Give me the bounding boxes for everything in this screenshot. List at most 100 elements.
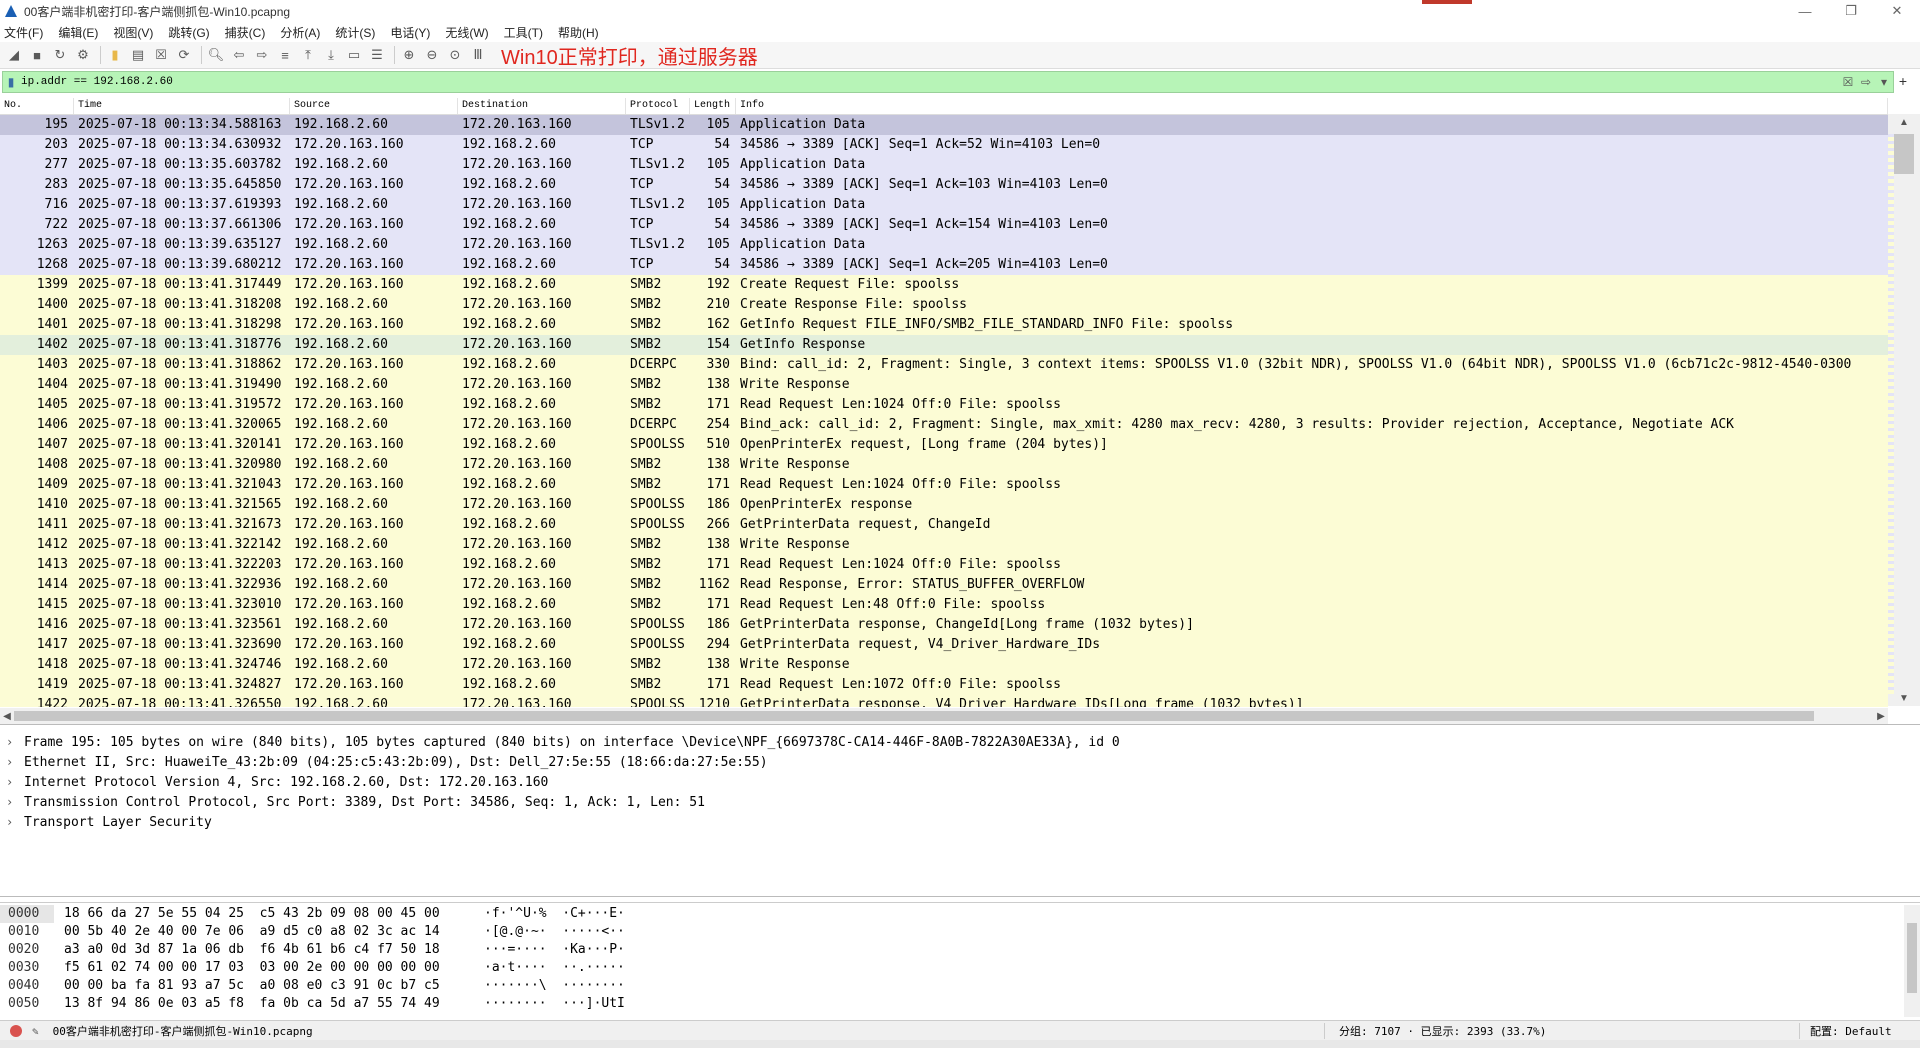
recent-filters-dropdown-icon[interactable]: ▾ xyxy=(1875,74,1893,90)
bookmark-icon[interactable]: ▮ xyxy=(3,74,19,90)
packet-row[interactable]: 1409 2025-07-18 00:13:41.321043 172.20.163… xyxy=(0,475,1888,495)
reload-file-icon[interactable]: ⟳ xyxy=(174,45,194,65)
packet-row[interactable]: 195 2025-07-18 00:13:34.588163 192.168.2.6… xyxy=(0,115,1888,135)
zoom-out-icon[interactable]: ⊖ xyxy=(422,45,442,65)
packet-minimap[interactable] xyxy=(1888,134,1894,694)
column-header-destination[interactable]: Destination xyxy=(458,98,626,114)
packet-row[interactable]: 1407 2025-07-18 00:13:41.320141 172.20.163… xyxy=(0,435,1888,455)
stop-capture-icon[interactable]: ■ xyxy=(27,45,47,65)
status-profile[interactable]: 配置: Default xyxy=(1799,1023,1920,1039)
packet-row[interactable]: 1408 2025-07-18 00:13:41.320980 192.168.2.… xyxy=(0,455,1888,475)
column-header-no[interactable]: No. xyxy=(0,98,74,114)
packet-row[interactable]: 1416 2025-07-18 00:13:41.323561 192.168.2.… xyxy=(0,615,1888,635)
menu-go[interactable]: 跳转(G) xyxy=(168,24,209,41)
open-file-icon[interactable]: ▮ xyxy=(105,45,125,65)
packet-row[interactable]: 1403 2025-07-18 00:13:41.318862 172.20.163… xyxy=(0,355,1888,375)
packet-row[interactable]: 722 2025-07-18 00:13:37.661306 172.20.163.… xyxy=(0,215,1888,235)
packet-list-scrollbar[interactable]: ▲ ▼ xyxy=(1888,114,1920,706)
restore-button[interactable]: ❐ xyxy=(1828,0,1874,22)
expand-chevron-icon[interactable]: › xyxy=(6,735,24,749)
capture-comment-icon[interactable]: ✎ xyxy=(32,1025,39,1038)
packet-row[interactable]: 1402 2025-07-18 00:13:41.318776 192.168.2.… xyxy=(0,335,1888,355)
packet-row[interactable]: 1417 2025-07-18 00:13:41.323690 172.20.163… xyxy=(0,635,1888,655)
scrollbar-thumb[interactable] xyxy=(1894,134,1914,174)
packet-list-hscrollbar[interactable]: ◀ ▶ xyxy=(0,708,1888,724)
menu-view[interactable]: 视图(V) xyxy=(113,24,153,41)
find-packet-icon[interactable]: 🔍︎ xyxy=(206,45,226,65)
auto-scroll-icon[interactable]: ▭ xyxy=(344,45,364,65)
start-capture-icon[interactable]: ◢ xyxy=(4,45,24,65)
save-file-icon[interactable]: ▤ xyxy=(128,45,148,65)
scroll-up-icon[interactable]: ▲ xyxy=(1888,114,1920,130)
menu-capture[interactable]: 捕获(C) xyxy=(225,24,266,41)
hex-dump-row[interactable]: 0030 f5 61 02 74 00 00 17 03 03 00 2e 00 … xyxy=(0,959,1920,977)
menu-tools[interactable]: 工具(T) xyxy=(504,24,543,41)
packet-row[interactable]: 203 2025-07-18 00:13:34.630932 172.20.163.… xyxy=(0,135,1888,155)
bytes-scrollbar-thumb[interactable] xyxy=(1907,923,1917,993)
packet-row[interactable]: 1263 2025-07-18 00:13:39.635127 192.168.2.… xyxy=(0,235,1888,255)
hex-dump-row[interactable]: 0000 18 66 da 27 5e 55 04 25 c5 43 2b 09 … xyxy=(0,905,1920,923)
go-back-icon[interactable]: ⇦ xyxy=(229,45,249,65)
menu-file[interactable]: 文件(F) xyxy=(4,24,43,41)
packet-row[interactable]: 1419 2025-07-18 00:13:41.324827 172.20.163… xyxy=(0,675,1888,695)
menu-help[interactable]: 帮助(H) xyxy=(558,24,599,41)
apply-filter-icon[interactable]: ⇨ xyxy=(1857,74,1875,90)
column-header-length[interactable]: Length xyxy=(690,98,736,114)
colorize-icon[interactable]: ☰ xyxy=(367,45,387,65)
hscrollbar-thumb[interactable] xyxy=(14,711,1814,721)
packet-row[interactable]: 1400 2025-07-18 00:13:41.318208 192.168.2.… xyxy=(0,295,1888,315)
expand-chevron-icon[interactable]: › xyxy=(6,775,24,789)
zoom-reset-icon[interactable]: ⊙ xyxy=(445,45,465,65)
packet-row[interactable]: 1404 2025-07-18 00:13:41.319490 192.168.2.… xyxy=(0,375,1888,395)
packet-row[interactable]: 1422 2025-07-18 00:13:41.326550 192.168.2.… xyxy=(0,695,1888,707)
detail-tree-item[interactable]: › Ethernet II, Src: HuaweiTe_43:2b:09 (04… xyxy=(0,752,1920,772)
display-filter-input[interactable] xyxy=(19,74,1839,90)
resize-columns-icon[interactable]: Ⅲ xyxy=(468,45,488,65)
detail-tree-item[interactable]: › Transport Layer Security xyxy=(0,812,1920,832)
hex-dump-row[interactable]: 0010 00 5b 40 2e 40 00 7e 06 a9 d5 c0 a8 … xyxy=(0,923,1920,941)
expand-chevron-icon[interactable]: › xyxy=(6,795,24,809)
packet-row[interactable]: 1418 2025-07-18 00:13:41.324746 192.168.2.… xyxy=(0,655,1888,675)
detail-tree-item[interactable]: › Internet Protocol Version 4, Src: 192.1… xyxy=(0,772,1920,792)
menu-statistics[interactable]: 统计(S) xyxy=(335,24,375,41)
first-packet-icon[interactable]: ⤒ xyxy=(298,45,318,65)
bytes-scrollbar[interactable] xyxy=(1904,905,1920,1017)
expert-info-icon[interactable] xyxy=(10,1025,22,1037)
column-header-time[interactable]: Time xyxy=(74,98,290,114)
packet-row[interactable]: 1410 2025-07-18 00:13:41.321565 192.168.2.… xyxy=(0,495,1888,515)
expand-chevron-icon[interactable]: › xyxy=(6,815,24,829)
detail-tree-item[interactable]: › Transmission Control Protocol, Src Port… xyxy=(0,792,1920,812)
packet-row[interactable]: 1406 2025-07-18 00:13:41.320065 192.168.2.… xyxy=(0,415,1888,435)
column-header-protocol[interactable]: Protocol xyxy=(626,98,690,114)
packet-row[interactable]: 716 2025-07-18 00:13:37.619393 192.168.2.6… xyxy=(0,195,1888,215)
scroll-left-icon[interactable]: ◀ xyxy=(0,711,14,722)
packet-row[interactable]: 1399 2025-07-18 00:13:41.317449 172.20.163… xyxy=(0,275,1888,295)
menu-edit[interactable]: 编辑(E) xyxy=(58,24,98,41)
minimize-button[interactable]: — xyxy=(1782,0,1828,22)
packet-row[interactable]: 1268 2025-07-18 00:13:39.680212 172.20.163… xyxy=(0,255,1888,275)
add-filter-button[interactable]: + xyxy=(1895,72,1911,90)
packet-row[interactable]: 1405 2025-07-18 00:13:41.319572 172.20.163… xyxy=(0,395,1888,415)
packet-row[interactable]: 1414 2025-07-18 00:13:41.322936 192.168.2.… xyxy=(0,575,1888,595)
packet-row[interactable]: 283 2025-07-18 00:13:35.645850 172.20.163.… xyxy=(0,175,1888,195)
hex-dump-row[interactable]: 0020 a3 a0 0d 3d 87 1a 06 db f6 4b 61 b6 … xyxy=(0,941,1920,959)
go-to-packet-icon[interactable]: ≡ xyxy=(275,45,295,65)
menu-telephony[interactable]: 电话(Y) xyxy=(390,24,430,41)
hex-dump-row[interactable]: 0040 00 00 ba fa 81 93 a7 5c a0 08 e0 c3 … xyxy=(0,977,1920,995)
menu-wireless[interactable]: 无线(W) xyxy=(445,24,488,41)
last-packet-icon[interactable]: ⤓ xyxy=(321,45,341,65)
go-forward-icon[interactable]: ⇨ xyxy=(252,45,272,65)
clear-filter-icon[interactable]: ☒ xyxy=(1839,74,1857,90)
close-file-icon[interactable]: ☒ xyxy=(151,45,171,65)
packet-row[interactable]: 1415 2025-07-18 00:13:41.323010 172.20.163… xyxy=(0,595,1888,615)
hex-dump-row[interactable]: 0050 13 8f 94 86 0e 03 a5 f8 fa 0b ca 5d … xyxy=(0,995,1920,1013)
detail-tree-item[interactable]: › Frame 195: 105 bytes on wire (840 bits)… xyxy=(0,732,1920,752)
packet-row[interactable]: 1413 2025-07-18 00:13:41.322203 172.20.163… xyxy=(0,555,1888,575)
capture-options-icon[interactable]: ⚙ xyxy=(73,45,93,65)
menu-analyze[interactable]: 分析(A) xyxy=(280,24,320,41)
close-button[interactable]: ✕ xyxy=(1874,0,1920,22)
expand-chevron-icon[interactable]: › xyxy=(6,755,24,769)
packet-row[interactable]: 1411 2025-07-18 00:13:41.321673 172.20.163… xyxy=(0,515,1888,535)
zoom-in-icon[interactable]: ⊕ xyxy=(399,45,419,65)
column-header-source[interactable]: Source xyxy=(290,98,458,114)
